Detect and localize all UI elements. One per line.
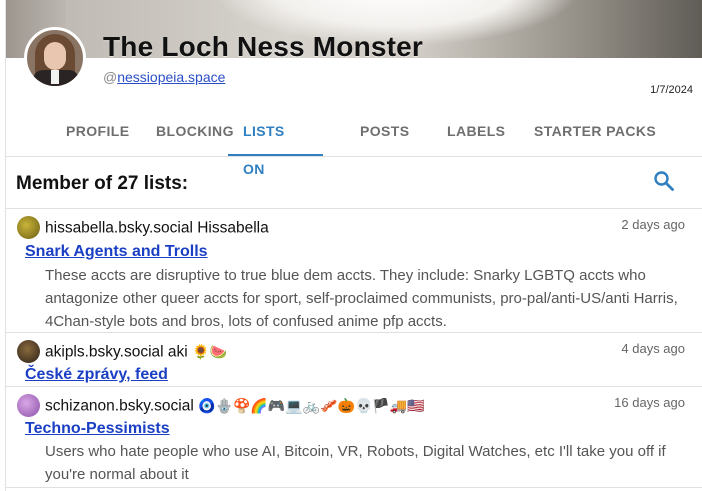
author-display-name: aki <box>167 343 188 361</box>
author-avatar <box>17 394 40 417</box>
tab-starter-packs[interactable]: STARTER PACKS <box>534 112 656 154</box>
profile-avatar[interactable] <box>24 27 86 89</box>
profile-handle-link[interactable]: nessiopeia.space <box>117 69 225 85</box>
tab-lists-on[interactable]: LISTS ON <box>228 112 323 177</box>
list-item: hissabella.bsky.social Hissabella 2 days… <box>6 209 702 333</box>
tab-labels[interactable]: LABELS <box>447 112 505 154</box>
author-handle: akipls.bsky.social <box>45 343 164 361</box>
list-name-link[interactable]: Techno-Pessimists <box>25 420 170 438</box>
list-description: These accts are disruptive to true blue … <box>45 267 678 330</box>
list-author[interactable]: schizanon.bsky.social 🧿🪬🍄🌈🎮💻🚲🥓🎃💀🏴🚚🇺🇸 <box>17 394 425 417</box>
list-name-link[interactable]: České zprávy, feed <box>25 366 168 384</box>
author-avatar <box>17 340 40 363</box>
profile-date: 1/7/2024 <box>650 84 693 96</box>
member-header: Member of 27 lists: <box>6 157 702 209</box>
author-emoji: 🌻🍉 <box>192 344 227 361</box>
profile-handle: @nessiopeia.space <box>103 69 225 85</box>
profile-tabs: PROFILE BLOCKING LISTS ON POSTS LABELS S… <box>6 112 702 177</box>
list-time: 2 days ago <box>621 217 685 232</box>
author-avatar <box>17 216 40 239</box>
list-item: schizanon.bsky.social 🧿🪬🍄🌈🎮💻🚲🥓🎃💀🏴🚚🇺🇸 16 … <box>6 387 702 488</box>
profile-page: The Loch Ness Monster @nessiopeia.space … <box>5 0 702 491</box>
list-description: Users who hate people who use AI, Bitcoi… <box>45 443 666 483</box>
list-time: 16 days ago <box>614 395 685 410</box>
list-author[interactable]: akipls.bsky.social aki 🌻🍉 <box>17 340 227 363</box>
list-item: akipls.bsky.social aki 🌻🍉 4 days ago Čes… <box>6 333 702 387</box>
list-time: 4 days ago <box>621 341 685 356</box>
list-name-link[interactable]: Snark Agents and Trolls <box>25 243 208 261</box>
tab-posts[interactable]: POSTS <box>360 112 409 154</box>
author-display-name: 🧿🪬🍄🌈🎮💻🚲🥓🎃💀🏴🚚🇺🇸 <box>198 398 425 415</box>
author-handle: hissabella.bsky.social <box>45 219 193 237</box>
profile-display-name: The Loch Ness Monster <box>103 31 424 62</box>
search-icon[interactable] <box>652 169 676 193</box>
handle-prefix: @ <box>103 69 118 85</box>
author-handle: schizanon.bsky.social <box>45 397 194 415</box>
list-author[interactable]: hissabella.bsky.social Hissabella <box>17 216 269 239</box>
active-tab-indicator <box>228 154 323 156</box>
tab-profile[interactable]: PROFILE <box>66 112 129 154</box>
member-count-heading: Member of 27 lists: <box>16 173 189 194</box>
author-display-name: Hissabella <box>197 219 269 237</box>
tab-blocking[interactable]: BLOCKING <box>156 112 234 154</box>
